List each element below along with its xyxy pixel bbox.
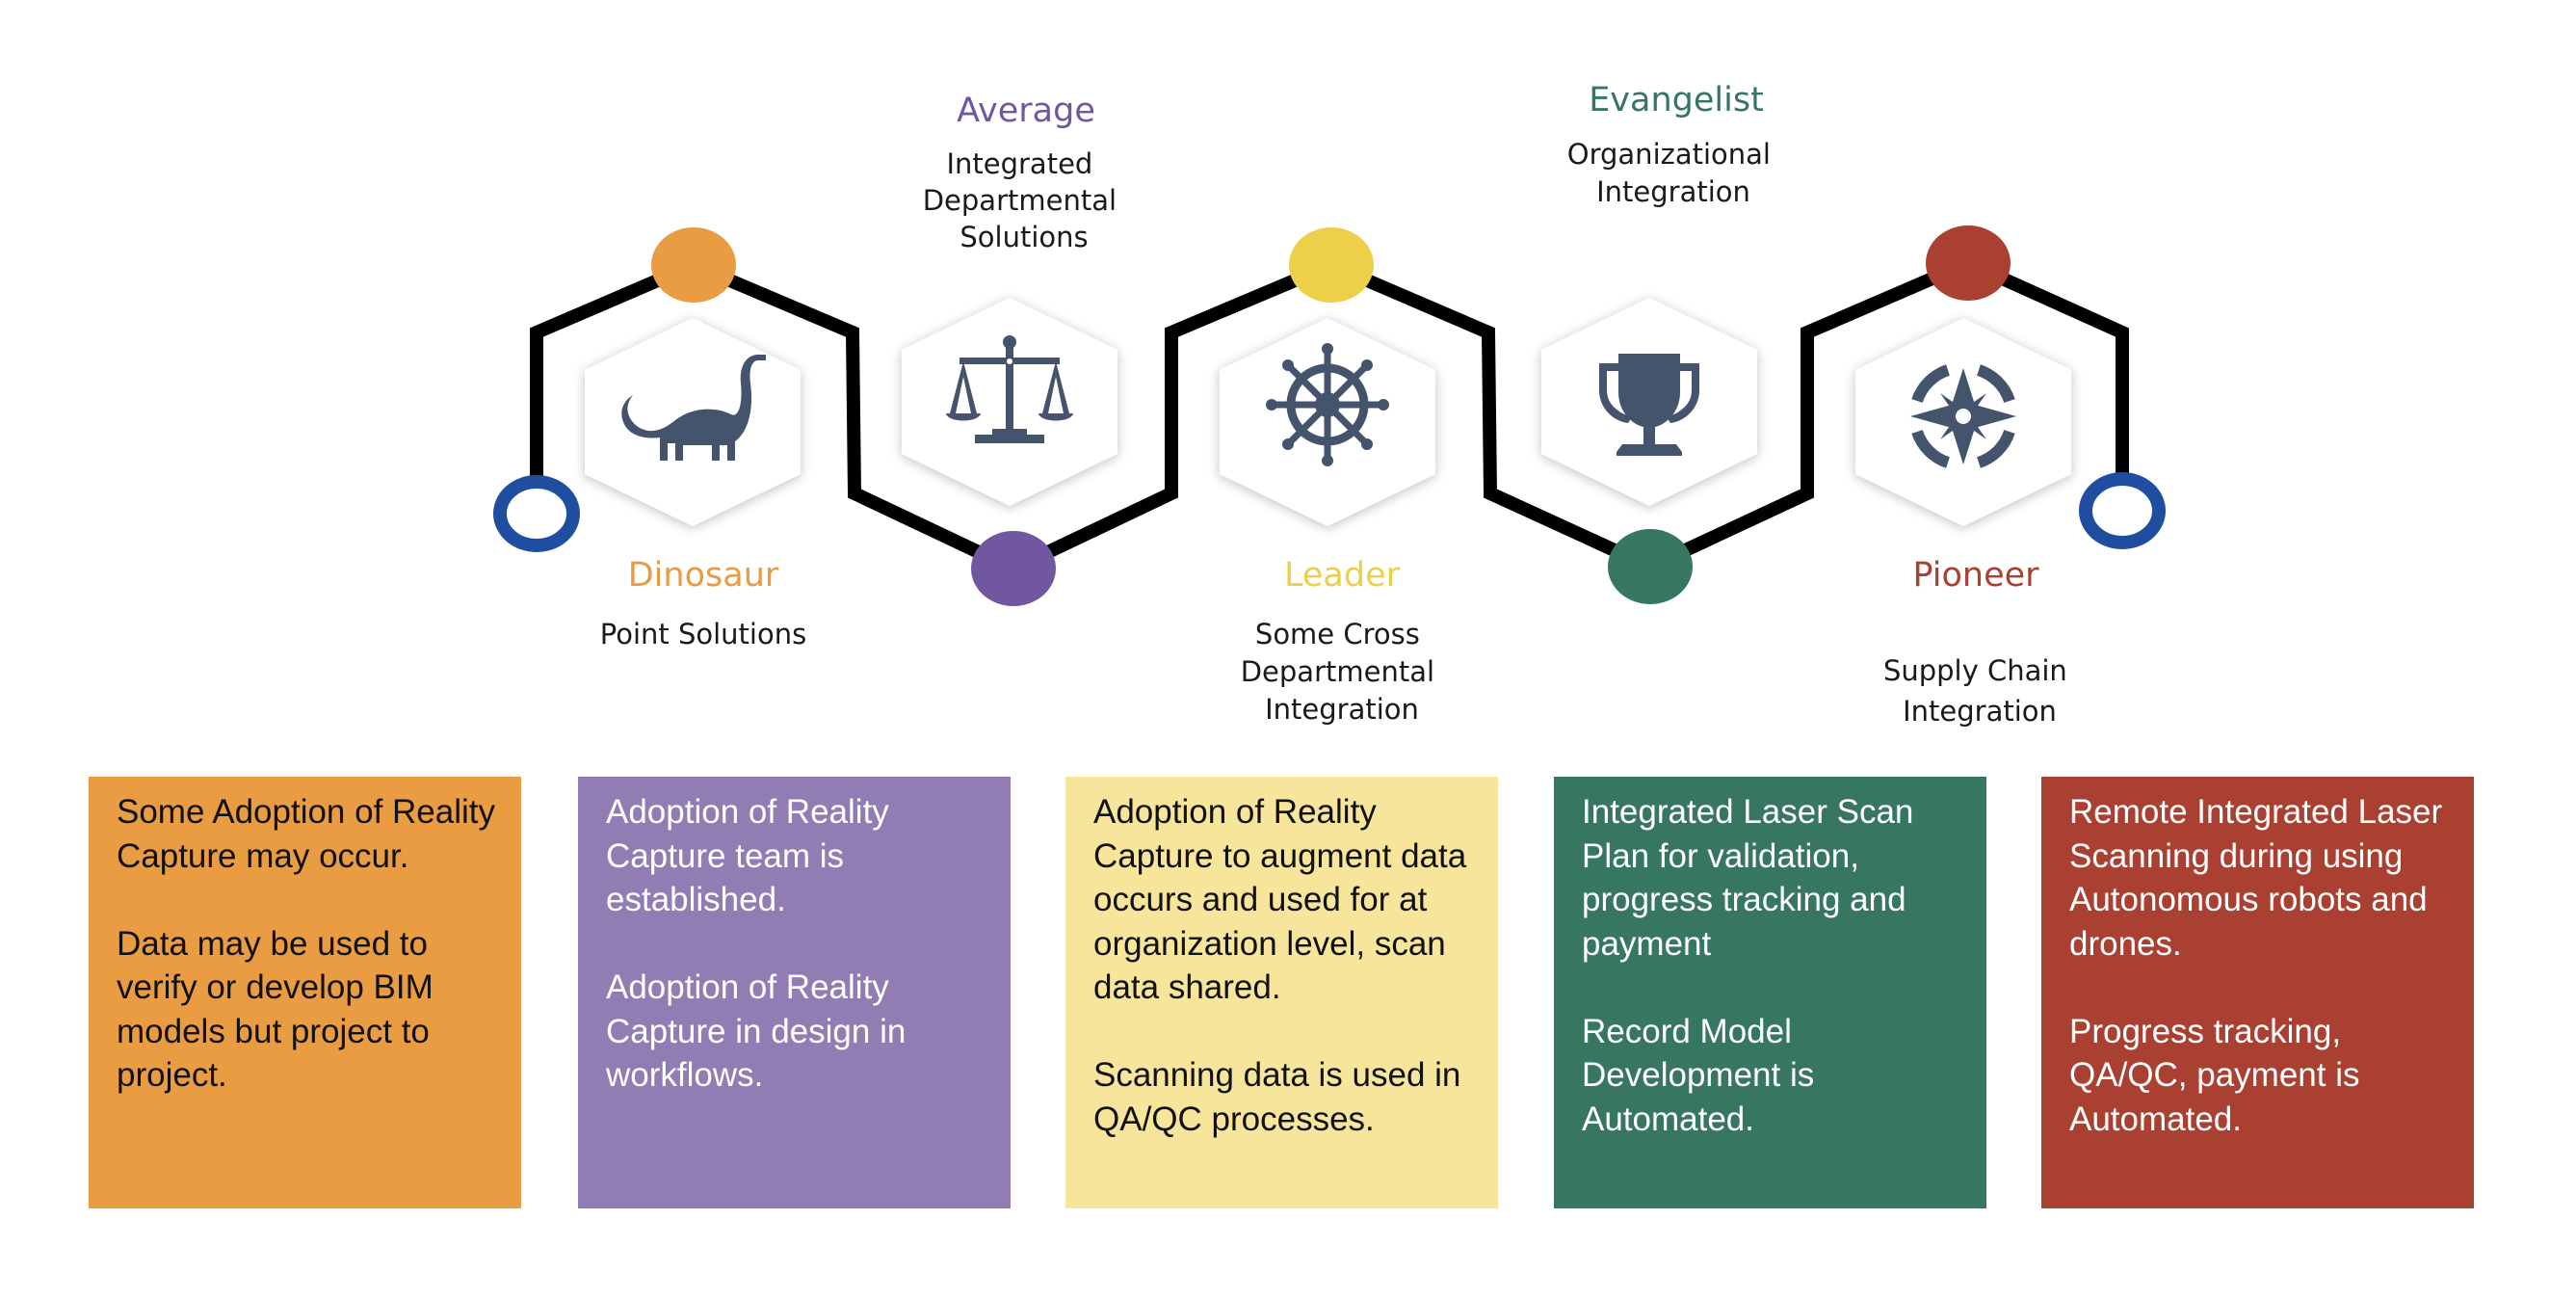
stage-subtitle-average: Integrated Departmental Solutions <box>923 147 1126 253</box>
end-ring <box>2079 472 2166 549</box>
stage-title-dinosaur: Dinosaur <box>628 556 779 595</box>
maturity-path-diagram: Dinosaur Point Solutions Average Integra… <box>493 81 2166 728</box>
stage-subtitle-evangelist: Organizational Integration <box>1567 138 1779 208</box>
box-paragraph: Scanning data is used in QA/QC processes… <box>1093 1056 1461 1138</box>
stage-dot-pioneer <box>1926 225 2011 301</box>
stage-dot-evangelist <box>1608 529 1693 604</box>
box-paragraph: Record Model Development is Automated. <box>1582 1012 1815 1138</box>
description-box-pioneer: Remote Integrated Laser Scanning during … <box>2041 777 2474 1208</box>
stage-subtitle-pioneer: Supply Chain Integration <box>1883 654 2076 728</box>
box-paragraph: Adoption of Reality Capture team is esta… <box>606 793 889 918</box>
box-paragraph: Integrated Laser Scan Plan for validatio… <box>1582 793 1914 963</box>
box-paragraph: Some Adoption of Reality Capture may occ… <box>117 793 496 875</box>
description-box-average: Adoption of Reality Capture team is esta… <box>578 777 1011 1208</box>
box-paragraph: Adoption of Reality Capture to augment d… <box>1093 793 1467 1006</box>
box-paragraph: Remote Integrated Laser Scanning during … <box>2069 793 2443 963</box>
box-paragraph: Adoption of Reality Capture in design in… <box>606 968 907 1094</box>
box-paragraph: Data may be used to verify or develop BI… <box>117 924 434 1095</box>
stage-subtitle-leader: Some Cross Departmental Integration <box>1241 618 1444 726</box>
stage-title-pioneer: Pioneer <box>1912 556 2039 595</box>
stage-subtitle-dinosaur: Point Solutions <box>600 618 806 650</box>
compass-rose-icon <box>1910 364 2016 468</box>
stage-title-leader: Leader <box>1284 556 1401 595</box>
start-ring <box>493 475 580 552</box>
stage-dot-dinosaur <box>651 227 736 303</box>
ship-wheel-icon <box>1266 343 1389 466</box>
description-box-dinosaur: Some Adoption of Reality Capture may occ… <box>89 777 521 1208</box>
box-paragraph: Progress tracking, QA/QC, payment is Aut… <box>2069 1012 2360 1138</box>
description-box-leader: Adoption of Reality Capture to augment d… <box>1065 777 1498 1208</box>
stage-dot-leader <box>1289 227 1374 303</box>
description-box-evangelist: Integrated Laser Scan Plan for validatio… <box>1554 777 1986 1208</box>
stage-title-average: Average <box>957 92 1095 130</box>
stage-title-evangelist: Evangelist <box>1589 81 1764 119</box>
stage-dot-average <box>971 531 1056 606</box>
